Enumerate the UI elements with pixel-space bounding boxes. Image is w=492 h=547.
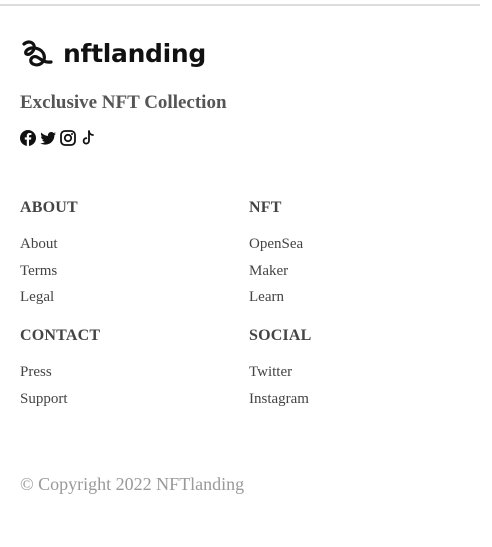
section-title-about: ABOUT — [20, 199, 78, 216]
logo-mark-icon — [22, 40, 53, 67]
twitter-icon[interactable] — [40, 130, 56, 146]
top-divider — [0, 4, 480, 6]
tiktok-icon[interactable] — [80, 130, 96, 146]
link-list-nft: OpenSea Maker Learn — [249, 231, 303, 311]
link-list-contact: Press Support — [20, 359, 100, 412]
link-press[interactable]: Press — [20, 364, 52, 380]
footer-section-social: SOCIAL Twitter Instagram — [249, 327, 312, 412]
list-item: Legal — [20, 284, 78, 311]
link-twitter[interactable]: Twitter — [249, 364, 292, 380]
list-item: Learn — [249, 284, 303, 311]
link-list-social: Twitter Instagram — [249, 359, 312, 412]
brand-tagline: Exclusive NFT Collection — [20, 92, 227, 113]
brand-logo[interactable]: nftlanding — [20, 38, 206, 72]
list-item: Terms — [20, 258, 78, 285]
list-item: Instagram — [249, 386, 312, 413]
brand-name: nftlanding — [63, 38, 207, 68]
section-title-nft: NFT — [249, 199, 282, 216]
footer-section-nft: NFT OpenSea Maker Learn — [249, 199, 303, 311]
link-instagram[interactable]: Instagram — [249, 391, 309, 407]
list-item: Press — [20, 359, 100, 386]
section-title-contact: CONTACT — [20, 327, 101, 344]
scrollbar[interactable] — [480, 0, 492, 547]
footer-section-contact: CONTACT Press Support — [20, 327, 100, 412]
link-maker[interactable]: Maker — [249, 263, 288, 279]
link-learn[interactable]: Learn — [249, 289, 284, 305]
list-item: OpenSea — [249, 231, 303, 258]
link-opensea[interactable]: OpenSea — [249, 236, 303, 252]
link-terms[interactable]: Terms — [20, 263, 57, 279]
social-icons — [20, 130, 96, 146]
footer-section-about: ABOUT About Terms Legal — [20, 199, 78, 311]
instagram-icon[interactable] — [60, 130, 76, 146]
section-title-social: SOCIAL — [249, 327, 312, 344]
list-item: About — [20, 231, 78, 258]
link-support[interactable]: Support — [20, 391, 68, 407]
list-item: Twitter — [249, 359, 312, 386]
list-item: Support — [20, 386, 100, 413]
list-item: Maker — [249, 258, 303, 285]
copyright-text: © Copyright 2022 NFTlanding — [20, 474, 245, 494]
facebook-icon[interactable] — [20, 130, 36, 146]
link-about[interactable]: About — [20, 236, 58, 252]
link-legal[interactable]: Legal — [20, 289, 54, 305]
link-list-about: About Terms Legal — [20, 231, 78, 311]
